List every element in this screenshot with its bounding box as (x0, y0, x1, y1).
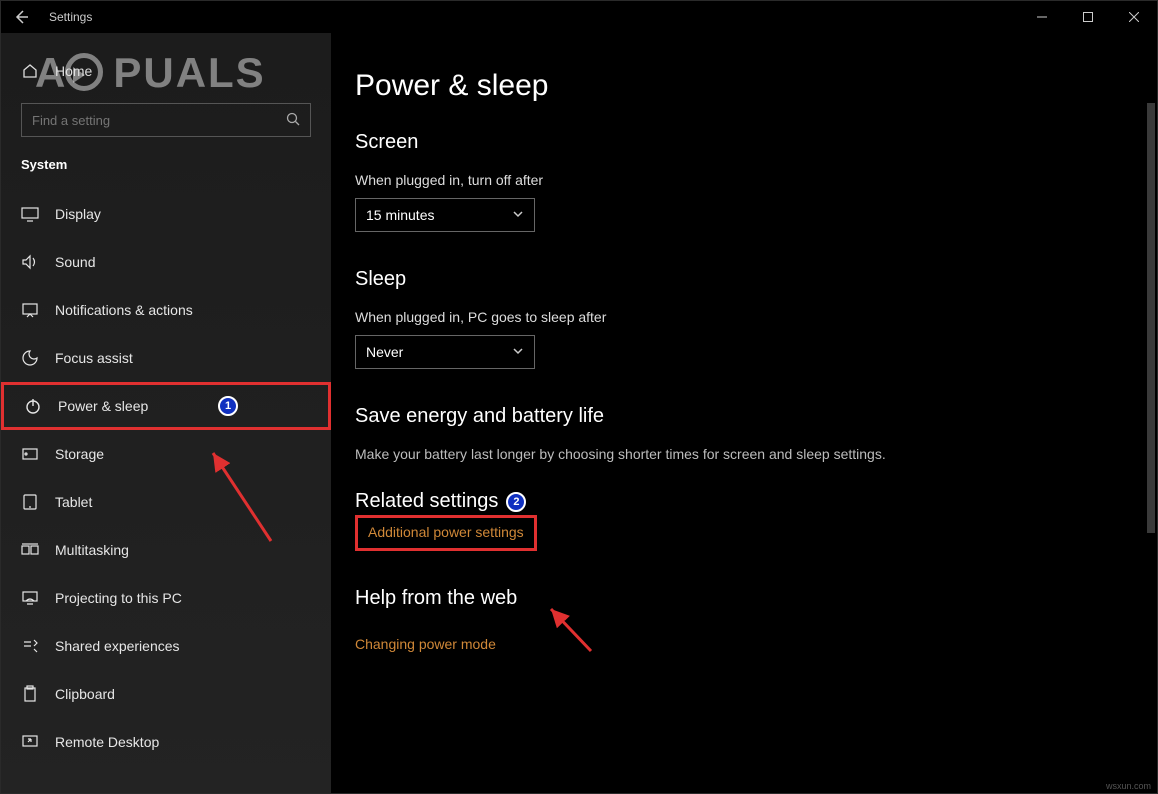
sidebar-nav: Display Sound Notifications & actions Fo… (1, 190, 331, 766)
additional-power-settings-link[interactable]: Additional power settings (368, 524, 524, 540)
source-note: wsxun.com (1106, 781, 1151, 791)
sidebar-item-label: Notifications & actions (55, 302, 193, 318)
sleep-timeout-select[interactable]: Never (355, 335, 535, 369)
sidebar-item-storage[interactable]: Storage (1, 430, 331, 478)
sidebar-item-label: Storage (55, 446, 104, 462)
window-controls (1019, 1, 1157, 33)
sidebar-item-remote-desktop[interactable]: Remote Desktop (1, 718, 331, 766)
sleep-heading: Sleep (355, 268, 1157, 291)
shared-experiences-icon (21, 637, 39, 655)
additional-power-settings-highlight: Additional power settings (355, 515, 537, 551)
search-input[interactable] (32, 113, 286, 128)
storage-icon (21, 445, 39, 463)
remote-desktop-icon (21, 733, 39, 751)
scrollbar-thumb[interactable] (1147, 103, 1155, 533)
maximize-button[interactable] (1065, 1, 1111, 33)
power-icon (24, 397, 42, 415)
search-icon (286, 112, 300, 129)
related-settings-heading: Related settings (355, 490, 498, 513)
sidebar-item-label: Tablet (55, 494, 92, 510)
close-icon (1129, 12, 1139, 22)
notifications-icon (21, 301, 39, 319)
window-title: Settings (49, 10, 92, 24)
annotation-badge-1: 1 (218, 396, 238, 416)
screen-timeout-value: 15 minutes (366, 207, 434, 223)
sidebar-item-label: Sound (55, 254, 95, 270)
focus-assist-icon (21, 349, 39, 367)
sidebar-item-label: Clipboard (55, 686, 115, 702)
minimize-icon (1037, 12, 1047, 22)
screen-timeout-select[interactable]: 15 minutes (355, 198, 535, 232)
sidebar-item-focus-assist[interactable]: Focus assist (1, 334, 331, 382)
sidebar-category: System (1, 157, 331, 190)
clipboard-icon (21, 685, 39, 703)
sidebar-item-sound[interactable]: Sound (1, 238, 331, 286)
sidebar-item-label: Focus assist (55, 350, 133, 366)
multitasking-icon (21, 541, 39, 559)
chevron-down-icon (512, 344, 524, 360)
back-button[interactable] (11, 7, 31, 27)
sidebar-item-display[interactable]: Display (1, 190, 331, 238)
search-box[interactable] (21, 103, 311, 137)
sidebar-item-tablet[interactable]: Tablet (1, 478, 331, 526)
sidebar-item-notifications[interactable]: Notifications & actions (1, 286, 331, 334)
sidebar-item-shared-experiences[interactable]: Shared experiences (1, 622, 331, 670)
settings-window: Settings Home System (0, 0, 1158, 794)
sidebar-item-clipboard[interactable]: Clipboard (1, 670, 331, 718)
chevron-down-icon (512, 207, 524, 223)
screen-label: When plugged in, turn off after (355, 172, 1157, 188)
sound-icon (21, 253, 39, 271)
sidebar-item-multitasking[interactable]: Multitasking (1, 526, 331, 574)
annotation-badge-2: 2 (506, 492, 526, 512)
arrow-left-icon (13, 9, 29, 25)
minimize-button[interactable] (1019, 1, 1065, 33)
sidebar-item-label: Remote Desktop (55, 734, 159, 750)
sidebar-item-label: Display (55, 206, 101, 222)
projecting-icon (21, 589, 39, 607)
tablet-icon (21, 493, 39, 511)
sidebar-item-label: Power & sleep (58, 398, 148, 414)
maximize-icon (1083, 12, 1093, 22)
home-label: Home (55, 63, 92, 79)
sleep-timeout-value: Never (366, 344, 403, 360)
display-icon (21, 205, 39, 223)
save-energy-heading: Save energy and battery life (355, 405, 1157, 428)
screen-heading: Screen (355, 131, 1157, 154)
help-heading: Help from the web (355, 587, 1157, 610)
save-energy-subtext: Make your battery last longer by choosin… (355, 446, 1157, 462)
sidebar-item-power-sleep[interactable]: Power & sleep 1 (1, 382, 331, 430)
related-settings-row: Related settings 2 (355, 490, 1157, 513)
sidebar: Home System Display Sound (1, 33, 331, 793)
page-title: Power & sleep (355, 69, 1157, 103)
changing-power-mode-link[interactable]: Changing power mode (355, 636, 496, 652)
window-body: Home System Display Sound (1, 33, 1157, 793)
sidebar-item-label: Multitasking (55, 542, 129, 558)
content-area: Power & sleep Screen When plugged in, tu… (331, 33, 1157, 793)
sidebar-item-label: Projecting to this PC (55, 590, 182, 606)
sidebar-item-label: Shared experiences (55, 638, 180, 654)
close-button[interactable] (1111, 1, 1157, 33)
home-icon (21, 63, 39, 79)
sidebar-item-projecting[interactable]: Projecting to this PC (1, 574, 331, 622)
titlebar: Settings (1, 1, 1157, 33)
sleep-label: When plugged in, PC goes to sleep after (355, 309, 1157, 325)
sidebar-home[interactable]: Home (1, 63, 331, 103)
